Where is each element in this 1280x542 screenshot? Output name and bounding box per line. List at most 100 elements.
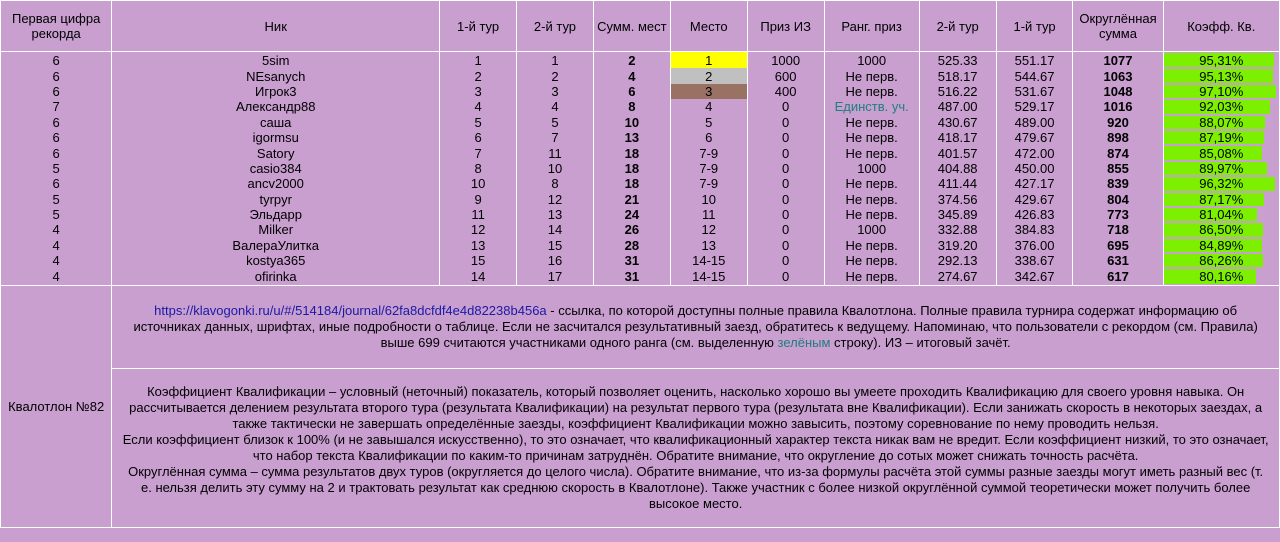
cell-tour2-place: 8	[516, 176, 594, 192]
cell-first-digit: 4	[0, 268, 113, 286]
cell-tour2-speed: 345.89	[918, 206, 997, 223]
cell-first-digit: 6	[0, 114, 113, 130]
header-coef: Коэфф. Кв.	[1162, 0, 1280, 52]
cell-tour1-place: 1	[439, 51, 518, 69]
cell-sum-places: 31	[592, 253, 671, 269]
cell-rounded-sum: 617	[1072, 268, 1164, 286]
cell-tour2-speed: 487.00	[918, 99, 997, 115]
header-tour2-speed: 2-й тур	[918, 0, 997, 52]
cell-prize-iz: 600	[746, 68, 825, 84]
cell-rounded-sum: 1048	[1072, 83, 1164, 100]
cell-place: 14-15	[669, 268, 748, 286]
cell-nick: Игрок3	[111, 83, 441, 100]
cell-coef: 81,04%	[1162, 206, 1280, 223]
cell-rounded-sum: 1077	[1072, 51, 1164, 69]
cell-tour1-speed: 489.00	[995, 114, 1074, 130]
cell-tour1-speed: 551.17	[995, 51, 1074, 69]
cell-rank-prize: Не перв.	[823, 237, 920, 254]
cell-tour2-speed: 525.33	[918, 51, 997, 69]
cell-tour1-place: 3	[439, 83, 518, 100]
cell-tour1-speed: 479.67	[995, 129, 1074, 146]
cell-place: 7-9	[669, 160, 748, 177]
cell-sum-places: 31	[592, 268, 671, 286]
cell-place: 4	[669, 99, 748, 115]
cell-nick: ВалераУлитка	[111, 237, 441, 254]
header-sum-places: Сумм. мест	[592, 0, 671, 52]
cell-tour2-speed: 374.56	[918, 191, 997, 207]
header-tour2-place: 2-й тур	[516, 0, 594, 52]
coef-value: 88,07%	[1199, 114, 1244, 130]
cell-tour2-place: 2	[516, 68, 594, 84]
cell-prize-iz: 0	[746, 99, 825, 115]
cell-first-digit: 6	[0, 83, 113, 100]
cell-rank-prize: Не перв.	[823, 83, 920, 100]
cell-sum-places: 18	[592, 160, 671, 177]
cell-rounded-sum: 804	[1072, 191, 1164, 207]
rules-note: https://klavogonki.ru/u/#/514184/journal…	[111, 284, 1280, 369]
cell-prize-iz: 0	[746, 160, 825, 177]
coef-value: 97,10%	[1199, 83, 1244, 99]
cell-coef: 95,13%	[1162, 68, 1280, 84]
cell-tour2-speed: 518.17	[918, 68, 997, 84]
results-body: 6 5sim 1 1 2 1 1000 1000 525.33 551.17 1077 95,31% 6…	[0, 51, 1280, 286]
cell-sum-places: 8	[592, 99, 671, 115]
cell-first-digit: 7	[0, 99, 113, 115]
cell-prize-iz: 1000	[746, 51, 825, 69]
cell-sum-places: 13	[592, 129, 671, 146]
cell-nick: ancv2000	[111, 176, 441, 192]
table-row: 4 kostya365 15 16 31 14-15 0 Не перв. 292.13 338.…	[0, 253, 1280, 269]
cell-coef: 96,32%	[1162, 176, 1280, 192]
cell-first-digit: 6	[0, 145, 113, 161]
cell-tour2-speed: 319.20	[918, 237, 997, 254]
notes-row-2: Коэффициент Квалификации – условный (нет…	[1, 367, 1280, 528]
cell-place: 14-15	[669, 253, 748, 269]
cell-sum-places: 10	[592, 114, 671, 130]
cell-rank-prize: 1000	[823, 160, 920, 177]
cell-rounded-sum: 631	[1072, 253, 1164, 269]
table-row: 6 NEsanych 2 2 4 2 600 Не перв. 518.17 544.67 1063…	[0, 68, 1280, 84]
cell-coef: 86,26%	[1162, 253, 1280, 269]
rules-link[interactable]: https://klavogonki.ru/u/#/514184/journal…	[154, 303, 546, 318]
cell-nick: ofirinka	[111, 268, 441, 286]
cell-tour1-place: 12	[439, 222, 518, 238]
cell-tour2-place: 4	[516, 99, 594, 115]
coef-note: Коэффициент Квалификации – условный (нет…	[111, 367, 1280, 528]
header-rank-prize: Ранг. приз	[823, 0, 920, 52]
cell-prize-iz: 0	[746, 114, 825, 130]
header-tour1-place: 1-й тур	[439, 0, 518, 52]
cell-rank-prize: Не перв.	[823, 68, 920, 84]
cell-sum-places: 4	[592, 68, 671, 84]
cell-rounded-sum: 1016	[1072, 99, 1164, 115]
cell-rank-prize: Не перв.	[823, 253, 920, 269]
cell-tour2-speed: 516.22	[918, 83, 997, 100]
coef-value: 96,32%	[1199, 176, 1244, 192]
cell-tour1-speed: 429.67	[995, 191, 1074, 207]
cell-place: 10	[669, 191, 748, 207]
cell-place: 6	[669, 129, 748, 146]
table-row: 7 Александр88 4 4 8 4 0 Единств. уч. 487.00 529.1…	[0, 99, 1280, 115]
cell-coef: 95,31%	[1162, 51, 1280, 69]
cell-tour1-speed: 384.83	[995, 222, 1074, 238]
cell-tour1-place: 13	[439, 237, 518, 254]
coef-note-p3: Округлённая сумма – сумма результатов дв…	[128, 463, 1264, 511]
table-row: 6 5sim 1 1 2 1 1000 1000 525.33 551.17 1077 95,31%	[0, 51, 1280, 69]
cell-rounded-sum: 839	[1072, 176, 1164, 192]
coef-value: 89,97%	[1199, 160, 1244, 176]
coef-value: 87,19%	[1199, 130, 1244, 146]
cell-place: 2	[669, 68, 748, 84]
cell-prize-iz: 0	[746, 222, 825, 238]
cell-rounded-sum: 773	[1072, 206, 1164, 223]
table-row: 6 Игрок3 3 3 6 3 400 Не перв. 516.22 531.67 1048 97…	[0, 83, 1280, 100]
cell-tour2-place: 14	[516, 222, 594, 238]
cell-rounded-sum: 1063	[1072, 68, 1164, 84]
table-row: 5 Эльдарр 11 13 24 11 0 Не перв. 345.89 426.83 773…	[0, 206, 1280, 223]
cell-prize-iz: 0	[746, 253, 825, 269]
coef-value: 80,16%	[1199, 268, 1244, 284]
results-table: Первая цифра рекорда Ник 1-й тур 2-й тур…	[0, 0, 1280, 528]
coef-note-p2: Если коэффициент близок к 100% (и не зав…	[122, 431, 1269, 463]
cell-nick: 5sim	[111, 51, 441, 69]
cell-coef: 92,03%	[1162, 99, 1280, 115]
cell-tour1-place: 11	[439, 206, 518, 223]
coef-value: 95,31%	[1199, 53, 1244, 69]
cell-tour1-place: 6	[439, 129, 518, 146]
